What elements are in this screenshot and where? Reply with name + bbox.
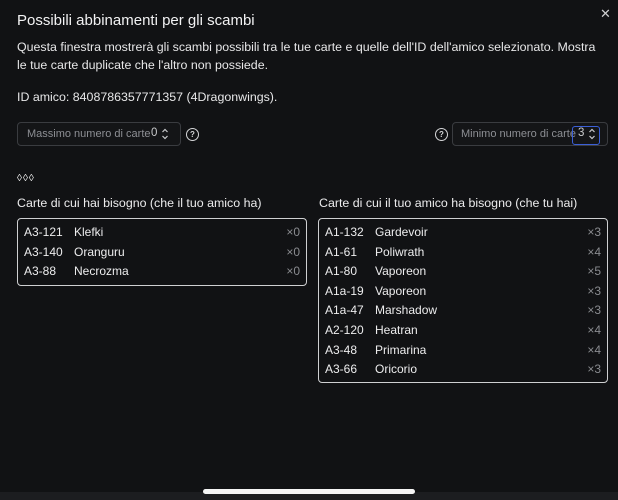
needed-cards-list[interactable]: A3-121 Klefki ×0 A3-140 Oranguru ×0 A3-8…: [17, 218, 307, 286]
card-code: A3-140: [24, 244, 63, 259]
max-cards-input[interactable]: Massimo numero di carte 0: [17, 122, 181, 146]
card-code: A1-61: [325, 244, 358, 259]
card-code: A1a-47: [325, 303, 364, 318]
card-name: Klefki: [74, 225, 104, 239]
diamond-rarity-icon: ◊◊◊: [17, 173, 35, 184]
card-quantity: ×0: [286, 244, 300, 259]
min-cards-placeholder: Minimo numero di carte: [461, 128, 576, 140]
list-item[interactable]: A1a-19 Vaporeon ×3: [319, 281, 607, 301]
card-code: A3-66: [325, 362, 358, 377]
card-name: Necrozma: [74, 264, 129, 279]
card-quantity: ×3: [587, 283, 601, 298]
card-name: Primarina: [375, 342, 427, 357]
friend-needs-title: Carte di cui il tuo amico ha bisogno (ch…: [319, 196, 578, 210]
card-quantity: ×4: [587, 244, 601, 259]
min-cards-help-icon[interactable]: ?: [435, 128, 448, 141]
friend-id-text: ID amico: 8408786357771357 (4Dragonwings…: [17, 90, 278, 104]
card-quantity: ×0: [286, 225, 300, 239]
list-item[interactable]: A3-140 Oranguru ×0: [18, 242, 306, 262]
card-name: Oranguru: [74, 244, 125, 259]
min-cards-focus-ring: [572, 126, 600, 145]
card-quantity: ×0: [286, 264, 300, 279]
list-item[interactable]: A1a-47 Marshadow ×3: [319, 300, 607, 320]
card-quantity: ×3: [587, 303, 601, 318]
list-item[interactable]: A1-80 Vaporeon ×5: [319, 261, 607, 281]
needed-cards-title: Carte di cui hai bisogno (che il tuo ami…: [17, 196, 262, 210]
card-code: A1-132: [325, 225, 364, 239]
card-code: A1a-19: [325, 283, 364, 298]
card-code: A3-88: [24, 264, 57, 279]
max-cards-value: 0: [151, 127, 158, 139]
card-code: A3-48: [325, 342, 358, 357]
list-item[interactable]: A3-66 Oricorio ×3: [319, 359, 607, 379]
spinner-arrows-icon[interactable]: [161, 126, 169, 142]
card-quantity: ×3: [587, 225, 601, 239]
list-item[interactable]: A1-132 Gardevoir ×3: [319, 222, 607, 242]
max-cards-help-icon[interactable]: ?: [186, 128, 199, 141]
trade-matches-dialog: Possibili abbinamenti per gli scambi ✕ Q…: [0, 0, 618, 500]
card-name: Marshadow: [375, 303, 438, 318]
card-code: A2-120: [325, 323, 364, 337]
card-name: Vaporeon: [375, 264, 427, 279]
list-item[interactable]: A3-121 Klefki ×0: [18, 222, 306, 242]
home-indicator[interactable]: [203, 489, 415, 494]
card-code: A1-80: [325, 264, 358, 279]
list-item[interactable]: A3-48 Primarina ×4: [319, 340, 607, 360]
card-quantity: ×4: [587, 323, 601, 337]
list-item[interactable]: A2-120 Heatran ×4: [319, 320, 607, 340]
card-code: A3-121: [24, 225, 63, 239]
card-quantity: ×5: [587, 264, 601, 279]
close-icon[interactable]: ✕: [600, 6, 611, 22]
list-item[interactable]: A1-61 Poliwrath ×4: [319, 242, 607, 262]
dialog-title: Possibili abbinamenti per gli scambi: [17, 12, 255, 29]
card-name: Vaporeon: [375, 283, 427, 298]
card-quantity: ×4: [587, 342, 601, 357]
card-name: Heatran: [375, 323, 418, 337]
card-name: Oricorio: [375, 362, 418, 377]
dialog-description: Questa finestra mostrerà gli scambi poss…: [17, 40, 596, 72]
max-cards-placeholder: Massimo numero di carte: [27, 128, 151, 140]
friend-needs-list[interactable]: A1-132 Gardevoir ×3 A1-61 Poliwrath ×4 A…: [318, 218, 608, 383]
card-quantity: ×3: [587, 362, 601, 377]
card-name: Poliwrath: [375, 244, 425, 259]
list-item[interactable]: A3-88 Necrozma ×0: [18, 261, 306, 281]
card-name: Gardevoir: [375, 225, 428, 239]
